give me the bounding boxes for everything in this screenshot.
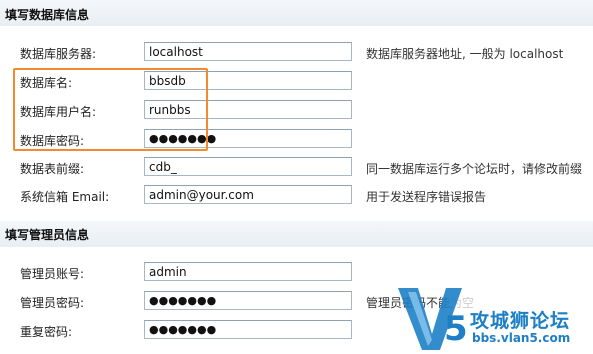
table-prefix-input[interactable] — [144, 157, 352, 176]
db-server-input[interactable] — [144, 42, 352, 61]
v5-logo-digit: 5 — [444, 309, 468, 349]
table-prefix-label: 数据表前缀: — [20, 162, 85, 176]
admin-password-input[interactable] — [144, 291, 352, 310]
watermark-site-url: bbs.vlan5.com — [472, 331, 571, 345]
db-server-label: 数据库服务器: — [20, 47, 97, 61]
repeat-password-input[interactable] — [144, 320, 352, 339]
system-email-input[interactable] — [144, 185, 352, 204]
db-server-hint: 数据库服务器地址, 一般为 localhost — [366, 47, 564, 61]
repeat-password-label: 重复密码: — [20, 325, 73, 339]
watermark-site-name: 攻城狮论坛 — [470, 310, 571, 332]
admin-password-label: 管理员密码: — [20, 296, 85, 310]
admin-account-label: 管理员账号: — [20, 267, 85, 281]
admin-account-input[interactable] — [144, 262, 352, 281]
system-email-hint: 用于发送程序错误报告 — [366, 190, 487, 204]
system-email-label: 系统信箱 Email: — [20, 190, 110, 204]
admin-section-title: 填写管理员信息 — [5, 228, 90, 242]
highlight-box — [13, 68, 208, 151]
db-section-title: 填写数据库信息 — [5, 8, 90, 22]
table-prefix-hint: 同一数据库运行多个论坛时，请修改前缀 — [366, 162, 583, 176]
